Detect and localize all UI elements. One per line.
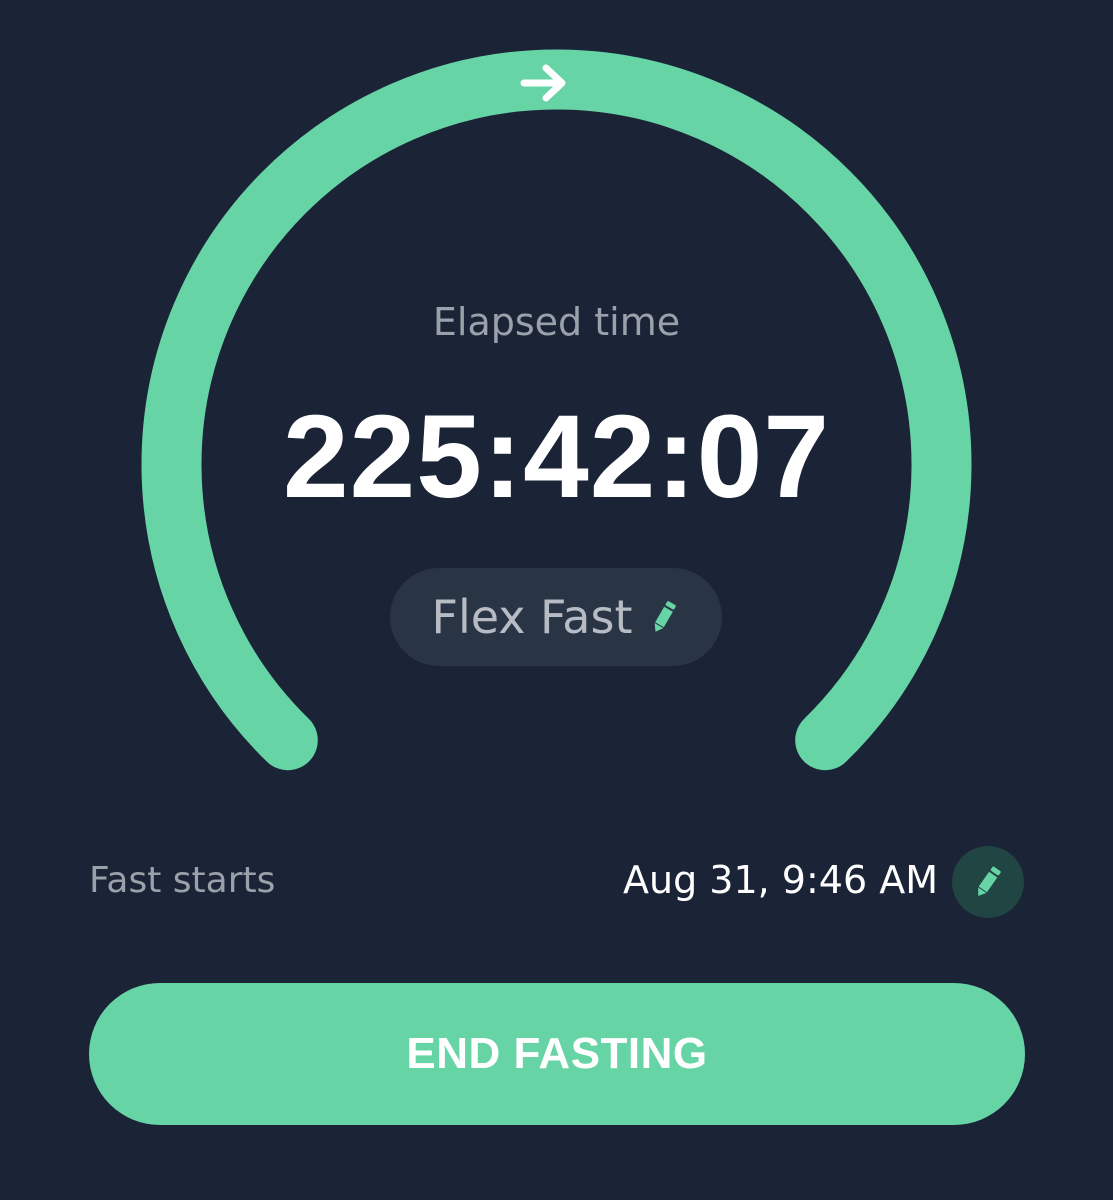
fasting-plan-button[interactable]: Flex Fast <box>390 568 722 666</box>
pencil-icon <box>654 601 676 632</box>
elapsed-time-label: Elapsed time <box>432 300 681 344</box>
pencil-icon <box>978 866 1001 896</box>
end-fasting-label: END FASTING <box>406 1029 708 1078</box>
edit-start-time-button[interactable] <box>952 846 1024 918</box>
fasting-timer-screen: Elapsed time 225:42:07 Flex Fast Fast st… <box>0 0 1113 1200</box>
fast-start-datetime: Aug 31, 9:46 AM <box>623 858 938 902</box>
elapsed-time-value: 225:42:07 <box>283 391 830 523</box>
fast-starts-label: Fast starts <box>89 860 276 901</box>
fasting-plan-name: Flex Fast <box>431 590 633 644</box>
end-fasting-button[interactable]: END FASTING <box>89 983 1025 1125</box>
